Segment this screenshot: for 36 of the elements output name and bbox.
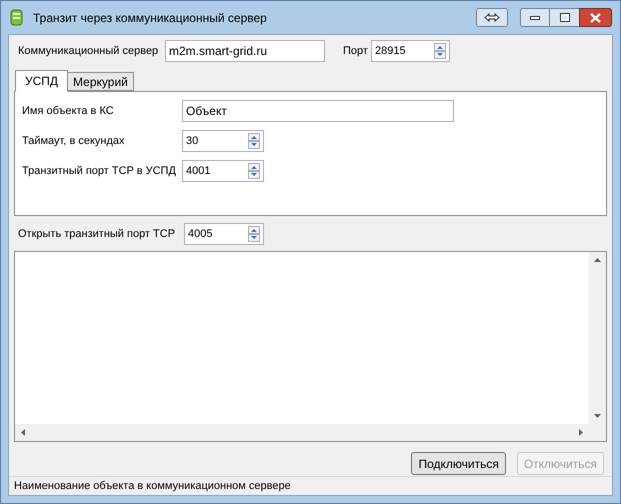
- field-label: Коммуникационный сервер: [18, 44, 160, 59]
- horizontal-scrollbar[interactable]: [15, 424, 589, 441]
- field-label: Транзитный порт TCP в УСПД: [22, 164, 177, 179]
- spin-arrows-icon: [434, 43, 446, 59]
- scroll-left-icon: [21, 429, 25, 436]
- spin-arrows-icon: [248, 133, 260, 149]
- action-button[interactable]: Подключиться: [411, 452, 506, 475]
- tab[interactable]: УСПД: [15, 70, 68, 92]
- app-icon: [10, 9, 23, 26]
- server-input[interactable]: m2m.smart-grid.ru: [165, 40, 325, 62]
- spin-arrows-icon: [248, 163, 260, 179]
- scroll-down-icon: [594, 414, 601, 418]
- close-button[interactable]: [579, 8, 612, 27]
- double-arrow-icon: [484, 13, 500, 22]
- spin-arrows-icon: [248, 226, 260, 242]
- port-spinbox[interactable]: 4005: [184, 223, 264, 245]
- name-input[interactable]: Объект: [182, 100, 454, 122]
- scroll-right-icon: [579, 429, 583, 436]
- resize-button[interactable]: [476, 8, 508, 27]
- field-label: Имя объекта в КС: [22, 104, 115, 119]
- window-title: Транзит через коммуникационный сервер: [33, 10, 267, 26]
- maximize-icon: [560, 13, 570, 22]
- maximize-button[interactable]: [550, 8, 579, 27]
- status-text: Наименование объекта в коммуникационном сервере: [14, 478, 291, 494]
- field-label: Порт: [343, 44, 369, 59]
- vertical-scrollbar[interactable]: [589, 252, 606, 424]
- minimize-button[interactable]: [520, 8, 550, 27]
- port-spinbox[interactable]: 28915: [371, 40, 450, 62]
- field-label: Открыть транзитный порт TCP: [18, 226, 176, 242]
- field-label: Таймаут, в секундах: [22, 134, 126, 149]
- tab[interactable]: Меркурий: [68, 72, 134, 91]
- spinbox[interactable]: 4001: [182, 160, 264, 182]
- close-icon: [590, 12, 601, 22]
- scroll-up-icon: [594, 258, 601, 262]
- spinbox[interactable]: 30: [182, 130, 264, 152]
- minimize-icon: [530, 16, 540, 20]
